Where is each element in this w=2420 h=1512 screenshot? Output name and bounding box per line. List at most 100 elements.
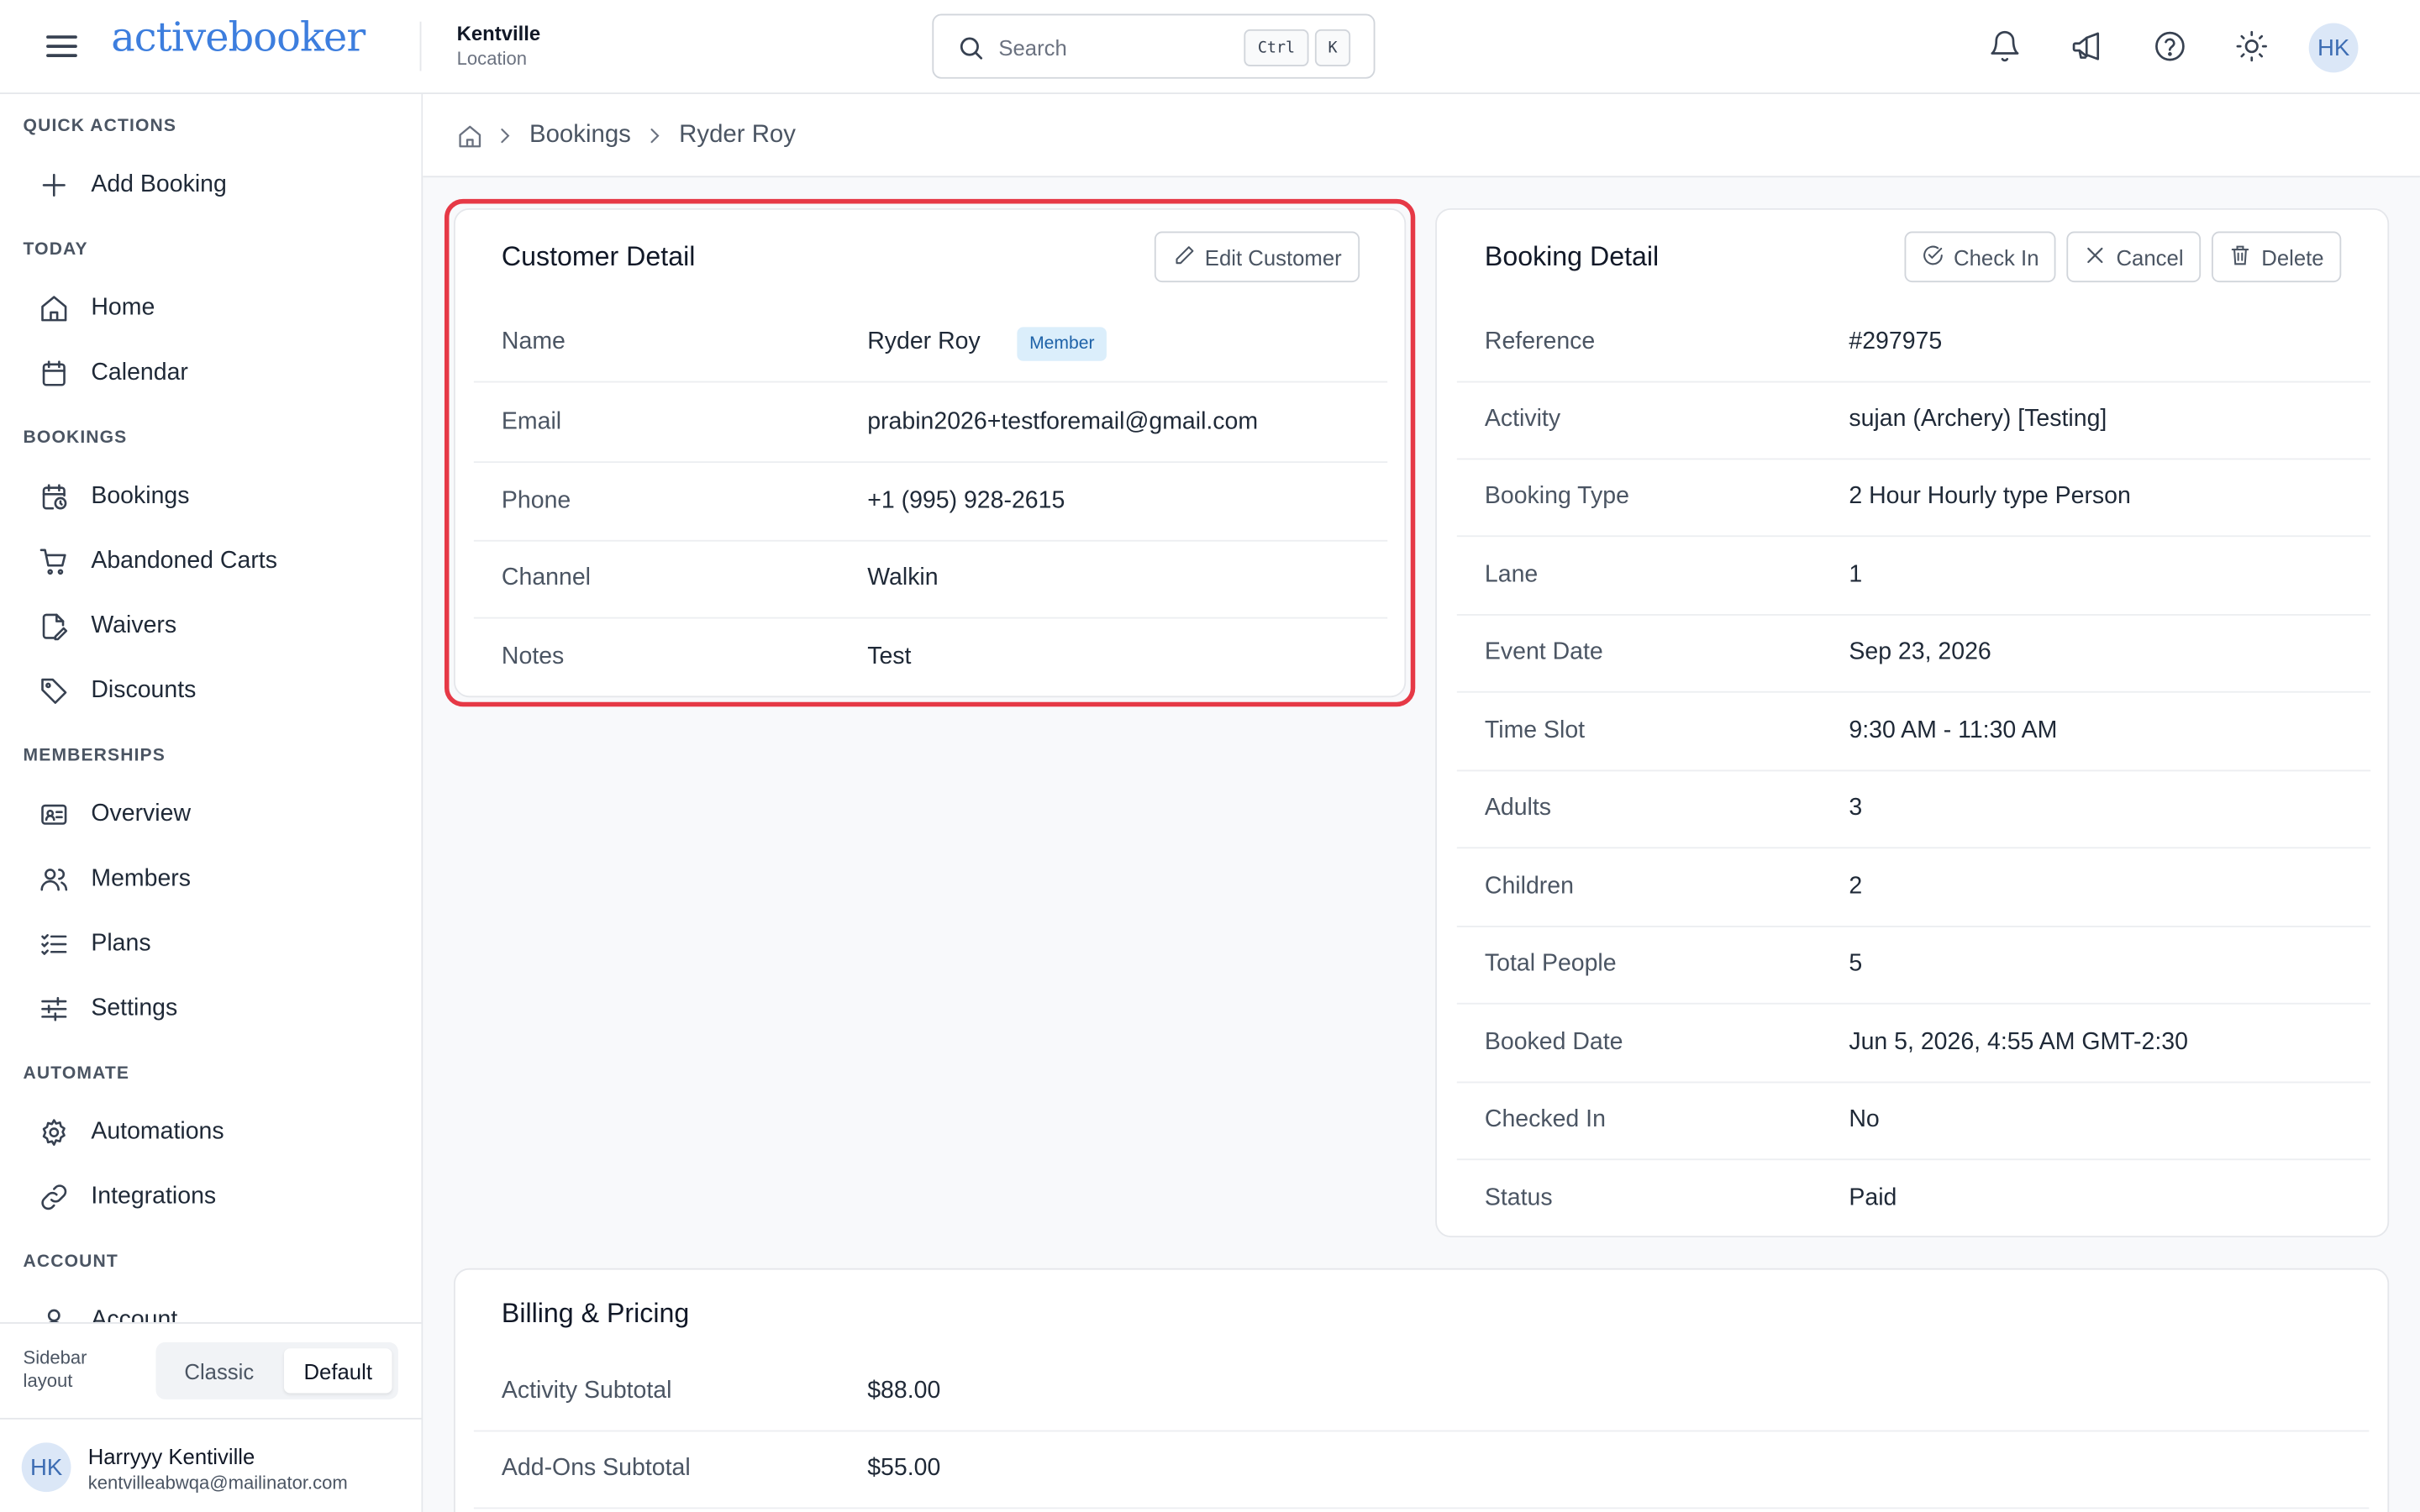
sidebar-layout-label: Sidebar layout — [23, 1347, 87, 1392]
avatar[interactable]: HK — [21, 1442, 71, 1493]
table-row: Booked Date Jun 5, 2026, 4:55 AM GMT-2:30 — [1456, 1006, 2371, 1084]
field-label: Channel — [501, 564, 591, 591]
sidebar-item-integrations[interactable]: Integrations — [24, 1169, 400, 1225]
pencil-icon — [1172, 243, 1196, 270]
sidebar-item-members[interactable]: Members — [24, 852, 400, 907]
hamburger-menu-icon[interactable] — [43, 28, 80, 65]
table-row: Booking Type 2 Hour Hourly type Person — [1456, 459, 2371, 538]
sun-icon[interactable] — [2232, 26, 2272, 66]
top-bar: activebooker Kentville Location Search C… — [0, 0, 2420, 95]
user-avatar[interactable]: HK — [2308, 23, 2359, 73]
field-value: Walkin — [867, 564, 939, 591]
field-label: Phone — [501, 487, 571, 514]
sidebar-item-bookings[interactable]: Bookings — [24, 469, 400, 524]
table-row: Phone +1 (995) 928-2615 — [473, 465, 1388, 542]
users-icon — [39, 864, 70, 895]
link-icon — [39, 1182, 70, 1213]
sidebar-layout-toggle: Classic Default — [155, 1341, 398, 1399]
layout-option-classic[interactable]: Classic — [162, 1348, 276, 1393]
field-label: Reference — [1484, 328, 1596, 355]
table-row: Notes Test — [474, 620, 1387, 697]
field-value: $88.00 — [867, 1378, 941, 1404]
section-title: QUICK ACTIONS — [23, 117, 177, 136]
section-title: TODAY — [23, 240, 88, 260]
layout-option-default[interactable]: Default — [283, 1348, 392, 1394]
sidebar-item-label: Bookings — [91, 482, 190, 510]
field-label: Name — [501, 328, 566, 355]
field-label: Notes — [501, 643, 565, 670]
sidebar-item-label: Waivers — [91, 612, 177, 639]
customer-detail-card: Customer Detail Edit Customer Name Ryder… — [453, 207, 1407, 698]
sidebar-item-label: Add Booking — [91, 171, 227, 198]
check-in-button[interactable]: Check In — [1904, 231, 2056, 283]
search-box[interactable]: Search Ctrl K — [932, 13, 1376, 79]
check-circle-icon — [1921, 243, 1944, 270]
sidebar-item-settings[interactable]: Settings — [24, 981, 400, 1037]
sidebar-item-automations[interactable]: Automations — [24, 1105, 400, 1160]
card-title: Customer Detail — [501, 240, 696, 272]
cancel-button[interactable]: Cancel — [2066, 231, 2202, 283]
sidebar-item-label: Integrations — [91, 1183, 217, 1210]
sidebar-item-label: Home — [91, 294, 155, 322]
chevron-right-icon — [494, 125, 516, 155]
field-value: Ryder Roy — [867, 328, 981, 355]
button-label: Edit Customer — [1204, 244, 1342, 270]
status-badge: Member — [1017, 327, 1107, 361]
file-pen-icon — [39, 611, 70, 642]
calendar-icon — [39, 358, 70, 389]
field-value: +1 (995) 928-2615 — [867, 487, 1065, 514]
field-value: 2 Hour Hourly type Person — [1849, 482, 2131, 510]
help-icon[interactable] — [2150, 26, 2191, 66]
sidebar-item-waivers[interactable]: Waivers — [24, 599, 400, 654]
home-icon[interactable] — [457, 123, 483, 157]
field-label: Children — [1484, 873, 1574, 900]
sidebar-item-discounts[interactable]: Discounts — [24, 664, 400, 719]
sidebar-item-overview[interactable]: Overview — [24, 787, 400, 843]
shortcut-k-key: K — [1314, 29, 1351, 66]
sidebar-item-home[interactable]: Home — [24, 281, 400, 336]
field-label: Adults — [1484, 794, 1552, 822]
table-row: Name Ryder Roy Member — [473, 306, 1388, 383]
gear-icon — [39, 1117, 70, 1148]
sidebar-item-label: Members — [91, 865, 192, 892]
brand-logo[interactable]: activebooker — [111, 15, 366, 61]
billing-card: Billing & Pricing Activity Subtotal $88.… — [453, 1268, 2390, 1512]
field-value: #297975 — [1849, 328, 1943, 355]
user-name[interactable]: Harryyy Kentiville — [88, 1444, 255, 1468]
megaphone-icon[interactable] — [2066, 26, 2107, 66]
sidebar-item-add-booking[interactable]: Add Booking — [24, 157, 400, 213]
button-label: Delete — [2261, 244, 2324, 270]
sidebar-item-plans[interactable]: Plans — [24, 916, 400, 972]
sidebar: QUICK ACTIONS Add Booking TODAY Home Cal… — [0, 94, 424, 1512]
field-label: Lane — [1484, 561, 1539, 588]
close-icon — [2084, 243, 2107, 270]
breadcrumb-current: Ryder Roy — [679, 122, 796, 149]
breadcrumb-bookings[interactable]: Bookings — [529, 122, 631, 150]
home-icon — [39, 293, 70, 324]
bell-icon[interactable] — [1985, 26, 2025, 66]
table-row: Activity sujan (Archery) [Testing] — [1456, 383, 2371, 460]
list-checks-icon — [39, 929, 70, 960]
section-title: MEMBERSHIPS — [23, 746, 166, 766]
edit-customer-button[interactable]: Edit Customer — [1154, 231, 1360, 283]
field-value: Test — [867, 643, 912, 670]
card-title: Billing & Pricing — [501, 1297, 690, 1329]
field-label: Time Slot — [1484, 717, 1586, 744]
field-label: Activity Subtotal — [501, 1378, 672, 1404]
field-value: Paid — [1849, 1184, 1897, 1211]
field-label: Event Date — [1484, 638, 1603, 665]
field-label: Status — [1484, 1184, 1553, 1211]
delete-button[interactable]: Delete — [2211, 231, 2342, 283]
field-label: Checked In — [1484, 1105, 1606, 1133]
location-name[interactable]: Kentville — [457, 22, 541, 45]
table-row: Add-Ons Subtotal $55.00 — [473, 1431, 2370, 1509]
sidebar-item-abandoned-carts[interactable]: Abandoned Carts — [24, 533, 400, 589]
sidebar-item-label: Abandoned Carts — [91, 548, 277, 575]
user-email: kentvilleabwqa@mailinator.com — [87, 1472, 348, 1494]
chevron-right-icon — [644, 125, 666, 155]
search-input[interactable]: Search — [998, 35, 1066, 60]
field-value: 2 — [1849, 873, 1863, 900]
field-value: No — [1849, 1105, 1880, 1133]
divider — [0, 1417, 422, 1420]
sidebar-item-calendar[interactable]: Calendar — [24, 345, 400, 401]
